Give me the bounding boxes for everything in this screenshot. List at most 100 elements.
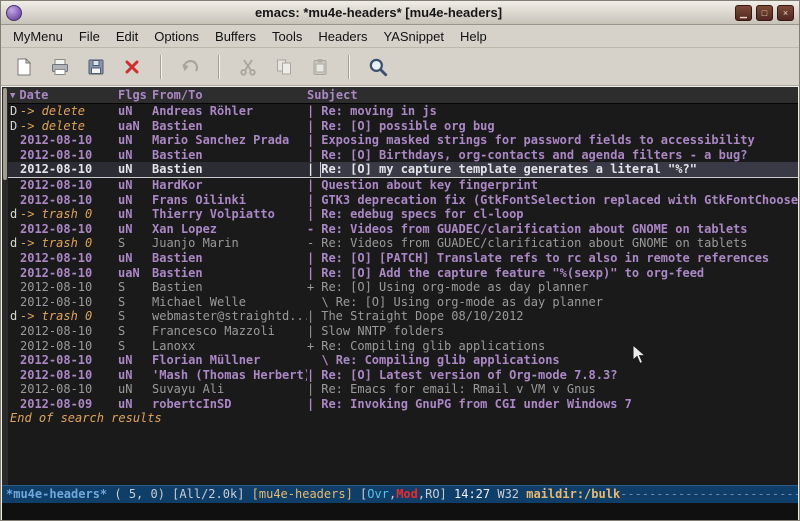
row-date: 2012-08-10 <box>20 353 118 368</box>
emacs-window: emacs: *mu4e-headers* [mu4e-headers] ▁ □… <box>0 0 800 521</box>
message-row[interactable]: d -> trash 0 S webmaster@straightd... | … <box>8 309 798 324</box>
menu-item-tools[interactable]: Tools <box>264 26 310 47</box>
message-row[interactable]: D -> delete uN Andreas Röhler | Re: movi… <box>8 104 798 119</box>
row-from: Bastien <box>152 280 307 295</box>
row-flags: uN <box>118 162 152 177</box>
menu-item-help[interactable]: Help <box>452 26 495 47</box>
row-subject: The Straight Dope 08/10/2012 <box>321 309 798 324</box>
row-mark <box>10 193 20 208</box>
message-row[interactable]: 2012-08-10 S Bastien + Re: [O] Using org… <box>8 280 798 295</box>
cut-icon[interactable] <box>233 52 263 82</box>
close-buffer-icon[interactable] <box>117 52 147 82</box>
row-mark: d <box>10 236 20 251</box>
message-row[interactable]: 2012-08-10 uN Bastien | Re: [O] [PATCH] … <box>8 251 798 266</box>
save-icon[interactable] <box>81 52 111 82</box>
sort-descending-icon: ▼ <box>10 91 19 101</box>
message-row[interactable]: 2012-08-10 uN Mario Sanchez Prada | Expo… <box>8 133 798 148</box>
message-row[interactable]: 2012-08-10 uN Florian Müllner \ Re: Comp… <box>8 353 798 368</box>
search-icon[interactable] <box>363 52 393 82</box>
row-mark <box>10 162 20 177</box>
row-subject: Re: [O] [PATCH] Translate refs to rc als… <box>321 251 798 266</box>
row-date: -> trash 0 <box>20 236 118 251</box>
row-mark <box>10 397 20 412</box>
message-row[interactable]: 2012-08-10 uN 'Mash (Thomas Herbert) | R… <box>8 368 798 383</box>
modeline-ovr: Ovr <box>367 487 389 501</box>
row-subject: Question about key fingerprint <box>321 178 798 193</box>
message-row[interactable]: D -> delete uaN Bastien | Re: [O] possib… <box>8 119 798 134</box>
row-flags: uN <box>118 368 152 383</box>
copy-icon[interactable] <box>269 52 299 82</box>
row-mark <box>10 324 20 339</box>
scrollbar[interactable] <box>2 87 8 485</box>
message-row[interactable]: 2012-08-10 S Michael Welle \ Re: [O] Usi… <box>8 295 798 310</box>
row-subject: Re: Videos from GUADEC/clarification abo… <box>321 222 798 237</box>
row-from: robertcInSD <box>152 397 307 412</box>
row-from: Bastien <box>152 162 307 177</box>
new-file-icon[interactable] <box>9 52 39 82</box>
message-row[interactable]: 2012-08-10 uN Suvayu Ali | Re: Emacs for… <box>8 382 798 397</box>
row-thread-char: | <box>307 104 314 119</box>
column-header-from[interactable]: From/To <box>152 87 307 103</box>
menu-item-options[interactable]: Options <box>146 26 207 47</box>
message-row[interactable]: 2012-08-10 uN HardKor | Question about k… <box>8 178 798 193</box>
row-date: -> delete <box>20 119 118 134</box>
column-header-subject[interactable]: Subject <box>307 87 798 103</box>
menu-item-mymenu[interactable]: MyMenu <box>5 26 71 47</box>
row-thread-char: | <box>307 207 314 222</box>
message-row[interactable]: 2012-08-10 S Lanoxx + Re: Compiling glib… <box>8 339 798 354</box>
row-date: 2012-08-10 <box>20 339 118 354</box>
row-mark <box>10 382 20 397</box>
window-buttons: ▁ □ × <box>735 5 794 21</box>
print-icon[interactable] <box>45 52 75 82</box>
row-flags: uN <box>118 353 152 368</box>
undo-icon[interactable] <box>175 52 205 82</box>
menu-item-buffers[interactable]: Buffers <box>207 26 264 47</box>
row-subject: Re: [O] possible org bug <box>321 119 798 134</box>
message-row[interactable]: 2012-08-10 uN Bastien | Re: [O] Birthday… <box>8 148 798 163</box>
row-thread-char: | <box>307 133 314 148</box>
close-button[interactable]: × <box>777 5 794 21</box>
echo-area[interactable] <box>2 503 798 520</box>
message-row[interactable]: 2012-08-10 uN Bastien | Re: [O] my captu… <box>8 162 798 178</box>
column-header-date[interactable]: ▼Date <box>10 87 118 103</box>
scrollbar-thumb[interactable] <box>3 88 7 180</box>
row-subject: GTK3 deprecation fix (GtkFontSelection r… <box>321 193 798 208</box>
row-from: Bastien <box>152 119 307 134</box>
row-from: Thierry Volpiatto <box>152 207 307 222</box>
row-date: 2012-08-10 <box>20 324 118 339</box>
minimize-button[interactable]: ▁ <box>735 5 752 21</box>
paste-icon[interactable] <box>305 52 335 82</box>
row-flags: S <box>118 280 152 295</box>
maximize-button[interactable]: □ <box>756 5 773 21</box>
row-date: 2012-08-10 <box>20 368 118 383</box>
row-from: Suvayu Ali <box>152 382 307 397</box>
modeline-time: 14:27 <box>454 487 490 501</box>
modeline-maildir: maildir:/bulk <box>526 487 620 501</box>
menu-item-yasnippet[interactable]: YASnippet <box>375 26 451 47</box>
message-row[interactable]: 2012-08-09 uN robertcInSD | Re: Invoking… <box>8 397 798 412</box>
message-row[interactable]: 2012-08-10 uaN Bastien | Re: [O] Add the… <box>8 266 798 281</box>
message-row[interactable]: d -> trash 0 S Juanjo Marin - Re: Videos… <box>8 236 798 251</box>
row-from: Francesco Mazzoli <box>152 324 307 339</box>
row-mark: D <box>10 119 20 134</box>
modeline: *mu4e-headers* ( 5, 0) [All/2.0k] [mu4e-… <box>2 485 798 503</box>
menubar: MyMenuFileEditOptionsBuffersToolsHeaders… <box>1 25 799 48</box>
row-subject: Slow NNTP folders <box>321 324 798 339</box>
message-row[interactable]: 2012-08-10 uN Frans Oilinki | GTK3 depre… <box>8 193 798 208</box>
message-row[interactable]: d -> trash 0 uN Thierry Volpiatto | Re: … <box>8 207 798 222</box>
row-subject: Re: Videos from GUADEC/clarification abo… <box>321 236 798 251</box>
menu-item-file[interactable]: File <box>71 26 108 47</box>
message-row[interactable]: 2012-08-10 S Francesco Mazzoli | Slow NN… <box>8 324 798 339</box>
row-flags: uaN <box>118 119 152 134</box>
row-thread-char: | <box>307 266 314 281</box>
message-row[interactable]: 2012-08-10 uN Xan Lopez - Re: Videos fro… <box>8 222 798 237</box>
row-thread-char: + <box>307 339 314 354</box>
titlebar: emacs: *mu4e-headers* [mu4e-headers] ▁ □… <box>1 1 799 25</box>
column-header-flags[interactable]: Flgs <box>118 87 152 103</box>
modeline-mod: Mod <box>396 487 418 501</box>
row-date: 2012-08-10 <box>20 295 118 310</box>
row-mark <box>10 222 20 237</box>
menu-item-edit[interactable]: Edit <box>108 26 146 47</box>
toolbar <box>1 48 799 86</box>
menu-item-headers[interactable]: Headers <box>310 26 375 47</box>
